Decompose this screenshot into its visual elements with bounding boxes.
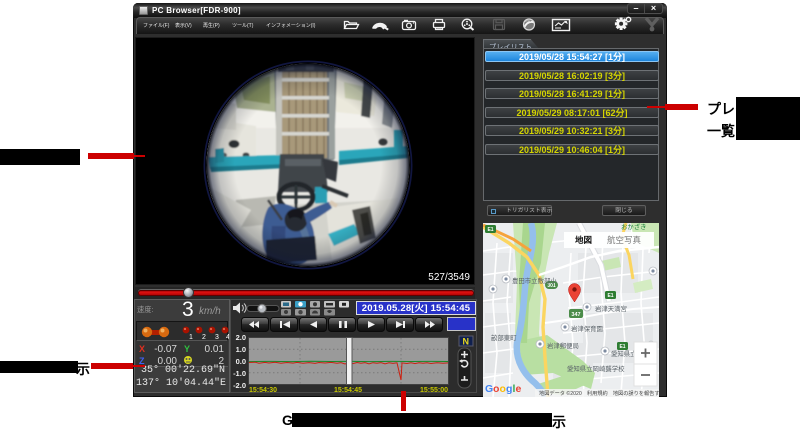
svg-text:o: o [500, 383, 506, 395]
svg-text:-1.0: -1.0 [233, 369, 246, 378]
svg-text:地図データ ©2020 利用規約 地図の誤りを報告する: 地図データ ©2020 利用規約 地図の誤りを報告する [539, 389, 659, 397]
svg-text:-2.0: -2.0 [233, 381, 246, 390]
svg-text:岩津天満宮: 岩津天満宮 [595, 304, 627, 313]
svg-text:E1: E1 [487, 227, 493, 233]
svg-text:E1: E1 [619, 344, 625, 350]
svg-text:岩津保育園: 岩津保育園 [571, 324, 603, 333]
svg-text:X: X [139, 344, 145, 354]
svg-text:豊田市立敷部小: 豊田市立敷部小 [512, 276, 557, 285]
svg-text:15:54:30: 15:54:30 [249, 387, 277, 393]
svg-text:o: o [493, 383, 499, 395]
svg-text:畝部東町: 畝部東町 [491, 333, 517, 342]
svg-text:2: 2 [202, 334, 206, 341]
svg-text:0.0: 0.0 [236, 357, 246, 366]
svg-text:1: 1 [189, 334, 193, 341]
svg-text:15:55:00: 15:55:00 [420, 387, 448, 393]
svg-text:E1: E1 [607, 293, 613, 299]
svg-text:1.0: 1.0 [236, 345, 246, 354]
svg-text:地図: 地図 [575, 235, 592, 245]
svg-text:347: 347 [571, 312, 580, 318]
svg-text:航空写真: 航空写真 [607, 235, 642, 245]
svg-text:e: e [516, 383, 522, 395]
svg-text:愛知県立岡崎聾学校: 愛知県立岡崎聾学校 [567, 364, 625, 373]
svg-text:-0.07: -0.07 [154, 344, 177, 355]
svg-text:g: g [506, 383, 512, 395]
svg-text:岩津郵便局: 岩津郵便局 [547, 341, 579, 350]
svg-text:G: G [485, 383, 493, 395]
svg-text:4: 4 [226, 334, 229, 341]
svg-text:N: N [463, 337, 470, 347]
svg-text:3: 3 [215, 334, 219, 341]
svg-text:0.01: 0.01 [205, 344, 225, 355]
svg-text:Y: Y [184, 344, 190, 354]
svg-text:15:54:45: 15:54:45 [334, 387, 362, 393]
svg-text:おかざき: おかざき [621, 223, 647, 231]
svg-text:2.0: 2.0 [236, 333, 246, 342]
